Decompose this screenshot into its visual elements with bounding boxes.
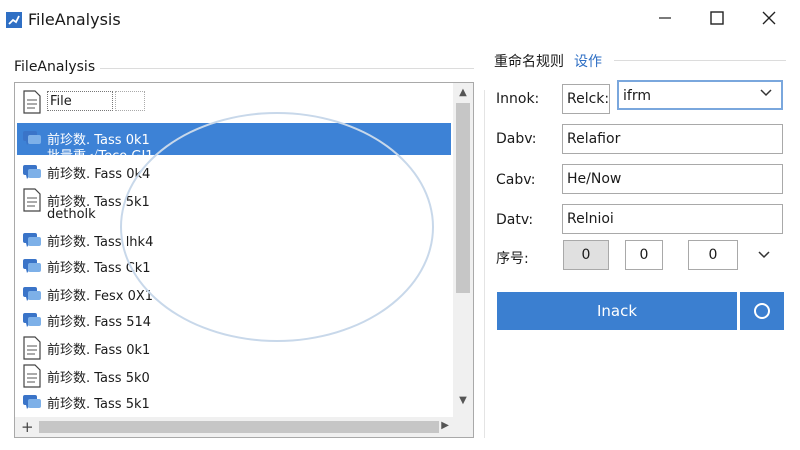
innok-select-value: ifrm xyxy=(623,88,651,104)
document-icon xyxy=(21,90,43,114)
file-name-edit[interactable]: File xyxy=(47,91,113,111)
maximize-icon[interactable] xyxy=(694,0,740,36)
innok-select[interactable]: ifrm xyxy=(617,80,783,110)
chevron-down-icon[interactable] xyxy=(760,86,772,102)
document-icon xyxy=(21,188,43,212)
sequence-step-field[interactable]: 0 xyxy=(625,240,663,270)
rename-rules-label: 重命名规则 xyxy=(494,54,564,70)
title-bar: FileAnalysis xyxy=(0,0,800,40)
file-name-edit-extension[interactable] xyxy=(115,91,145,111)
document-icon xyxy=(21,336,43,360)
circle-icon-ring xyxy=(754,303,770,319)
minimize-icon[interactable] xyxy=(642,0,688,36)
file-list-item-label: 前珍数. Fass 514 xyxy=(47,315,152,330)
document-icon xyxy=(21,364,43,388)
vertical-scroll-thumb[interactable] xyxy=(456,103,470,293)
chat-icon xyxy=(21,282,43,306)
datv-label: Datv: xyxy=(496,212,534,228)
chat-icon xyxy=(21,308,43,332)
file-list-item-label: 前珍数. Fass 0k1 xyxy=(47,343,151,358)
file-list-item[interactable]: 前珍数. Tass 5k0 xyxy=(17,361,451,388)
file-list-item-label: 前珍数. Fesx 0X1 xyxy=(47,289,154,304)
circle-icon[interactable] xyxy=(740,292,784,330)
file-list-item[interactable]: 前珍数. Tass 5k1 xyxy=(17,387,451,415)
chat-icon xyxy=(21,126,43,150)
sequence-label: 序号: xyxy=(496,251,529,267)
dabv-label: Dabv: xyxy=(496,131,537,147)
app-icon xyxy=(6,12,22,28)
horizontal-scroll-thumb[interactable] xyxy=(39,421,439,433)
left-panel-divider xyxy=(100,68,474,69)
window-title: FileAnalysis xyxy=(28,10,121,29)
innok-label: Innok: xyxy=(496,91,540,107)
dabv-field[interactable]: Relafior xyxy=(562,124,783,154)
horizontal-scrollbar[interactable]: + ▶ xyxy=(15,417,473,437)
sequence-digits-field[interactable]: 0 xyxy=(688,240,738,270)
file-list-item-label: 前珍数. Tass 5k1 xyxy=(47,397,150,412)
right-panel-divider xyxy=(614,60,786,61)
sequence-chevron-down-icon[interactable] xyxy=(758,248,770,264)
cabv-field[interactable]: He/Now xyxy=(562,164,783,194)
datv-field[interactable]: Relnioi xyxy=(562,204,783,234)
vertical-scrollbar[interactable]: ▲ ▼ xyxy=(453,83,473,417)
cabv-label: Cabv: xyxy=(496,172,536,188)
scroll-down-icon[interactable]: ▼ xyxy=(457,395,469,407)
chat-icon xyxy=(21,228,43,252)
scroll-up-icon[interactable]: ▲ xyxy=(457,87,469,99)
chat-icon xyxy=(21,390,43,414)
apply-button[interactable]: Inack xyxy=(497,292,737,330)
file-list-item[interactable]: File xyxy=(17,87,451,117)
circle-overlay xyxy=(120,112,434,342)
chat-icon xyxy=(21,160,43,184)
file-list-item-label: 前珍数. Tass 5k0 xyxy=(47,371,150,386)
add-icon[interactable]: + xyxy=(21,418,34,436)
sequence-start-field[interactable]: 0 xyxy=(563,240,609,270)
action-link[interactable]: 设作 xyxy=(574,51,602,71)
scroll-right-icon[interactable]: ▶ xyxy=(441,420,449,431)
file-list-item-sublabel: detholk xyxy=(47,207,96,222)
left-panel-label: FileAnalysis xyxy=(14,59,96,75)
panel-separator xyxy=(484,90,485,438)
innok-field[interactable]: Relck: xyxy=(562,84,610,114)
chat-icon xyxy=(21,254,43,278)
close-icon[interactable] xyxy=(746,0,792,36)
